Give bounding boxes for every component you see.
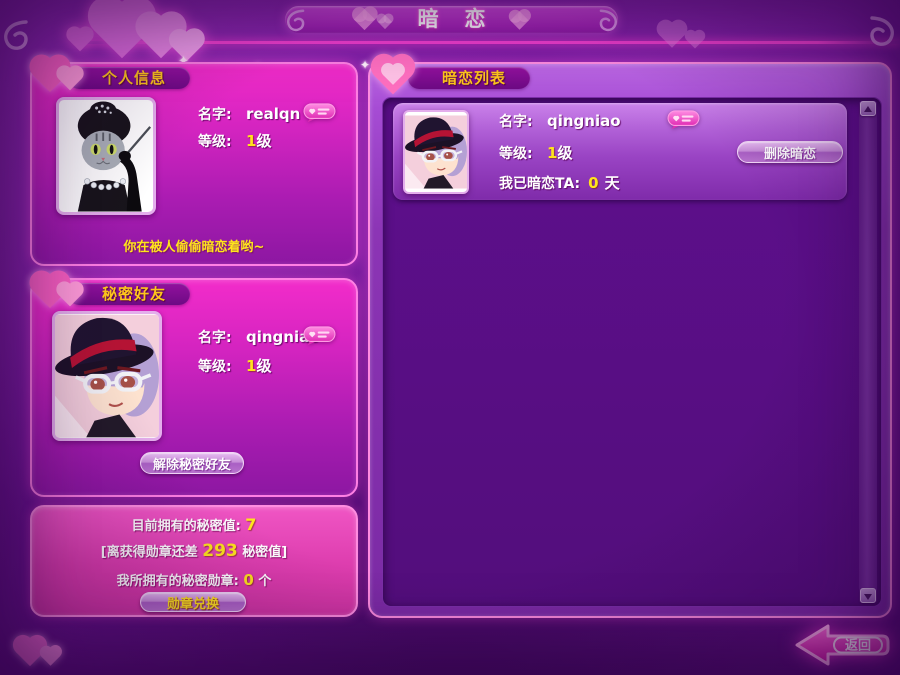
name-label: 名字: <box>198 327 246 347</box>
name-label: 名字: <box>198 104 246 124</box>
medal-count-value: 0 <box>243 571 253 589</box>
secret-friend-header: 秘密好友 <box>68 283 190 305</box>
days-unit: 天 <box>605 172 620 193</box>
secret-stats-panel: 目前拥有的秘密值: 7 [离获得勋章还差 293 秘密值] 我所拥有的秘密勋章:… <box>30 505 358 617</box>
back-arrow-icon <box>797 626 888 664</box>
days-label: 我已暗恋TA: <box>499 173 580 193</box>
page-title: 暗恋 <box>285 6 618 33</box>
level-suffix: 级 <box>256 357 271 375</box>
level-suffix: 级 <box>557 144 572 162</box>
medal-gap-line: [离获得勋章还差 293 秘密值] <box>32 541 356 561</box>
corner-swirl-right-icon <box>868 12 898 52</box>
crush-avatar <box>403 110 469 194</box>
personal-avatar <box>56 97 156 215</box>
friend-message-button[interactable] <box>303 326 336 346</box>
decor-glow-line <box>82 41 900 44</box>
scroll-down-button[interactable] <box>860 588 876 603</box>
name-label: 名字: <box>499 111 547 131</box>
secret-value-line: 目前拥有的秘密值: 7 <box>32 515 356 534</box>
medal-gap-suffix: 秘密值] <box>242 545 287 560</box>
secret-value: 7 <box>245 515 256 534</box>
decor-heart-cluster <box>60 0 240 70</box>
secret-value-label: 目前拥有的秘密值: <box>132 519 241 534</box>
decor-hearts-bottomleft <box>14 636 84 672</box>
personal-name-row: 名字: realqn <box>198 104 300 124</box>
heart-message-icon <box>303 103 336 123</box>
days-value: 0 <box>588 174 598 192</box>
back-button[interactable]: 返回 <box>792 621 892 669</box>
crush-message-button[interactable] <box>667 110 700 130</box>
decor-hearts-topright <box>655 22 725 56</box>
personal-message-button[interactable] <box>303 103 336 123</box>
scroll-up-button[interactable] <box>860 101 876 116</box>
secret-friend-avatar <box>52 311 162 441</box>
crush-list-item[interactable]: 名字: qingniao 等级: 1级 删除暗恋 我已暗恋TA: 0 天 <box>393 103 847 200</box>
medal-count-label: 我所拥有的秘密勋章: <box>117 574 239 589</box>
back-button-label: 返回 <box>845 639 871 654</box>
crush-list-panel: 暗恋列表 名字: qingniao 等级: 1级 删除暗恋 我已暗恋TA: <box>368 62 892 618</box>
level-suffix: 级 <box>256 132 271 150</box>
medal-count-suffix: 个 <box>258 574 271 589</box>
corner-swirl-left-icon <box>0 16 30 56</box>
level-label: 等级: <box>198 356 246 376</box>
level-number: 1 <box>246 357 256 375</box>
medal-gap-prefix: [离获得勋章还差 <box>101 545 198 560</box>
personal-info-panel: 个人信息 名字: realqn 等级: 1级 你在被人偷偷暗恋着哟~ <box>30 62 358 266</box>
level-number: 1 <box>246 132 256 150</box>
delete-crush-button[interactable]: 删除暗恋 <box>737 141 843 163</box>
scrollbar-track[interactable] <box>859 101 877 603</box>
name-value: qingniao <box>547 112 621 130</box>
personal-level-row: 等级: 1级 <box>198 130 271 151</box>
friend-level-row: 等级: 1级 <box>198 355 271 376</box>
level-label: 等级: <box>198 131 246 151</box>
name-value: realqn <box>246 105 300 123</box>
heart-message-icon <box>667 110 700 130</box>
level-label: 等级: <box>499 143 547 163</box>
secret-friend-panel: 秘密好友 名字: qingniao 等级: 1级 解除秘密好友 <box>30 278 358 497</box>
crush-list-viewport: 名字: qingniao 等级: 1级 删除暗恋 我已暗恋TA: 0 天 <box>382 97 882 607</box>
medal-gap-value: 293 <box>202 541 238 561</box>
medal-exchange-button[interactable]: 勋章兑换 <box>140 592 246 612</box>
medal-count-line: 我所拥有的秘密勋章: 0 个 <box>32 570 356 589</box>
friend-name-row: 名字: qingniao <box>198 327 320 347</box>
crush-name-row: 名字: qingniao <box>499 111 621 131</box>
remove-secret-friend-button[interactable]: 解除秘密好友 <box>140 452 244 474</box>
crush-list-header: 暗恋列表 <box>408 67 530 89</box>
crush-level-row: 等级: 1级 <box>499 142 572 163</box>
title-bar: 暗恋 <box>285 6 618 33</box>
crush-days-row: 我已暗恋TA: 0 天 <box>499 172 620 193</box>
level-number: 1 <box>547 144 557 162</box>
crush-status-message: 你在被人偷偷暗恋着哟~ <box>32 236 356 255</box>
heart-message-icon <box>303 326 336 346</box>
personal-info-header: 个人信息 <box>68 67 190 89</box>
